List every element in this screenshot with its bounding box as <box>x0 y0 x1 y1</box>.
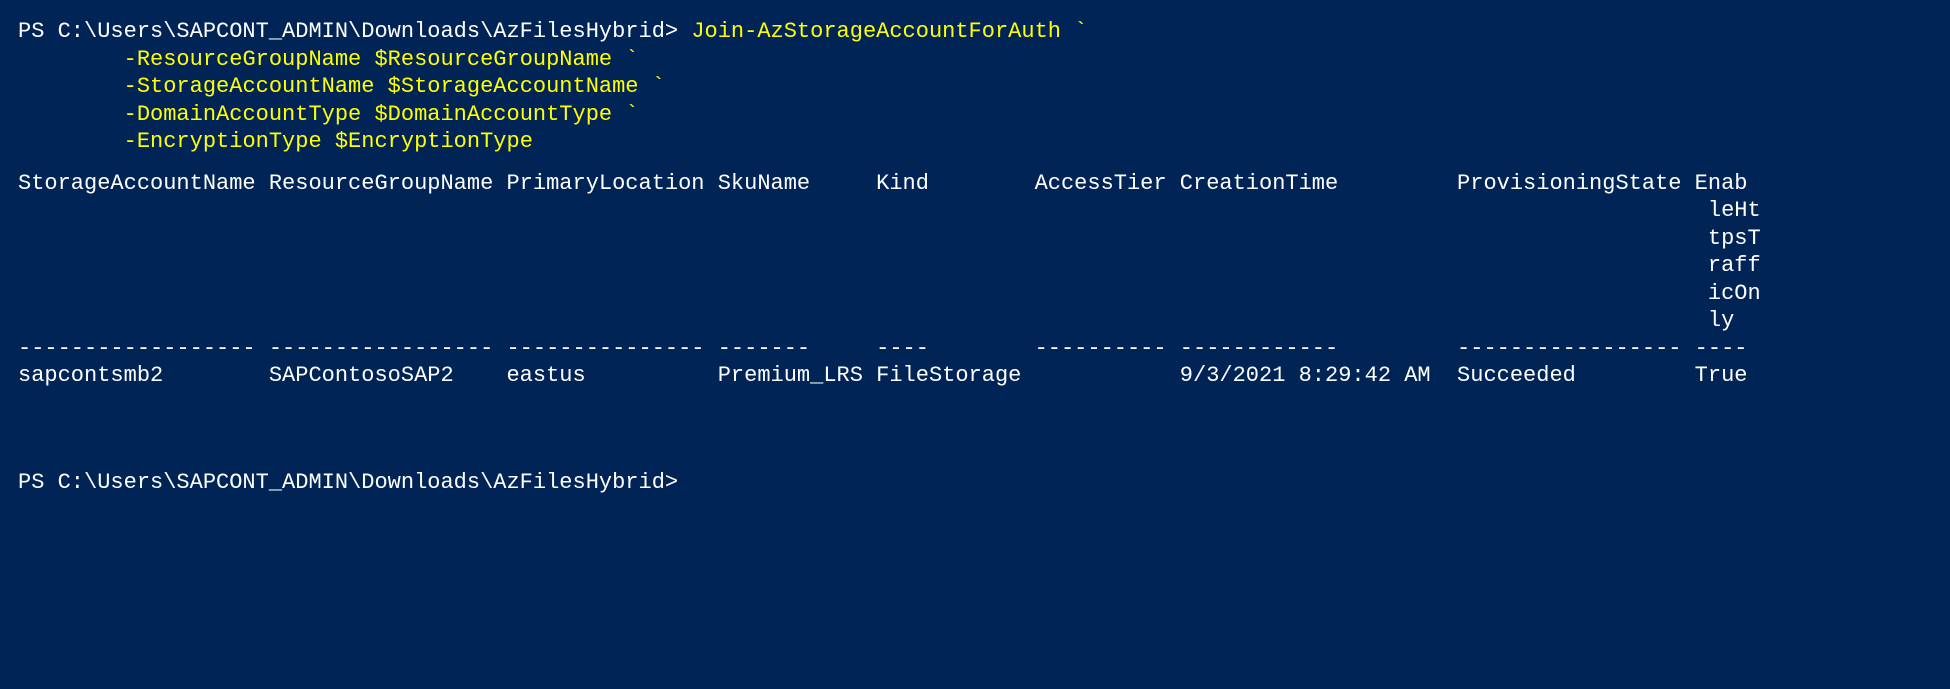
command-continuation-3: -DomainAccountType $DomainAccountType ` <box>18 102 639 127</box>
prompt-path: PS C:\Users\SAPCONT_ADMIN\Downloads\AzFi… <box>18 19 665 44</box>
table-header-wrap-5: ly <box>18 308 1734 333</box>
table-header-wrap-1: leHt <box>18 198 1761 223</box>
table-separator: ------------------ ----------------- ---… <box>18 336 1747 361</box>
table-header-wrap-2: tpsT <box>18 226 1761 251</box>
prompt-line-2[interactable]: PS C:\Users\SAPCONT_ADMIN\Downloads\AzFi… <box>18 470 678 495</box>
command-text: Join-AzStorageAccountForAuth ` <box>691 19 1087 44</box>
command-continuation-4: -EncryptionType $EncryptionType <box>18 129 533 154</box>
prompt-suffix: > <box>665 19 678 44</box>
command-continuation-2: -StorageAccountName $StorageAccountName … <box>18 74 665 99</box>
prompt-suffix-2: > <box>665 470 678 495</box>
output-table: StorageAccountName ResourceGroupName Pri… <box>18 170 1932 390</box>
table-header-wrap-3: raff <box>18 253 1761 278</box>
prompt-line-1: PS C:\Users\SAPCONT_ADMIN\Downloads\AzFi… <box>18 19 1087 44</box>
table-row: sapcontsmb2 SAPContosoSAP2 eastus Premiu… <box>18 363 1747 388</box>
table-header: StorageAccountName ResourceGroupName Pri… <box>18 171 1747 196</box>
command-continuation-1: -ResourceGroupName $ResourceGroupName ` <box>18 47 639 72</box>
table-header-wrap-4: icOn <box>18 281 1761 306</box>
prompt-path-2: PS C:\Users\SAPCONT_ADMIN\Downloads\AzFi… <box>18 470 665 495</box>
